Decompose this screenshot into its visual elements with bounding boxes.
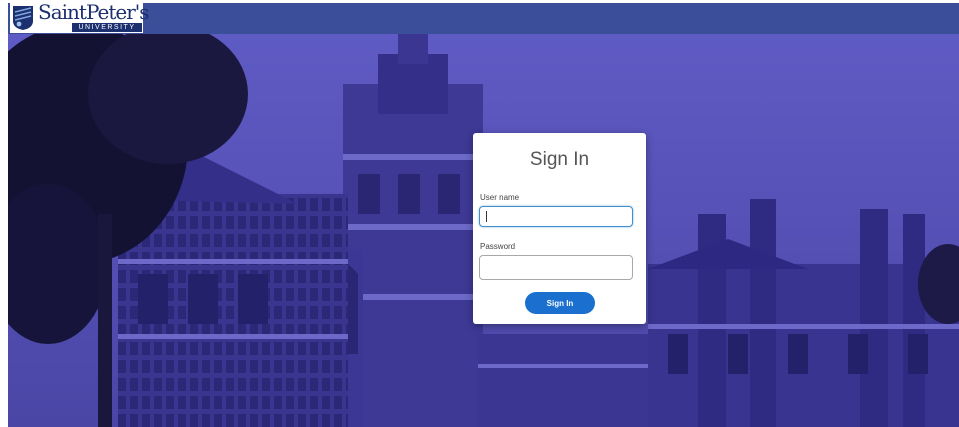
username-input[interactable] xyxy=(479,206,633,227)
text-caret xyxy=(486,211,487,222)
browser-viewport: SaintPeter's UNIVERSITY Sign In User nam… xyxy=(8,3,959,427)
sign-in-card: Sign In User name Password Sign In xyxy=(473,133,646,324)
password-label: Password xyxy=(480,242,516,251)
university-crest-icon xyxy=(13,6,33,30)
password-input[interactable] xyxy=(479,255,633,280)
top-header-bar: SaintPeter's UNIVERSITY xyxy=(8,3,959,34)
university-logo[interactable]: SaintPeter's UNIVERSITY xyxy=(10,3,150,33)
logo-subtitle: UNIVERSITY xyxy=(72,23,142,32)
username-label: User name xyxy=(480,193,520,202)
sign-in-title: Sign In xyxy=(529,149,590,170)
sign-in-button[interactable]: Sign In xyxy=(525,292,595,314)
campus-background: Sign In User name Password Sign In xyxy=(8,34,959,427)
logo-wordmark: SaintPeter's xyxy=(38,3,150,24)
